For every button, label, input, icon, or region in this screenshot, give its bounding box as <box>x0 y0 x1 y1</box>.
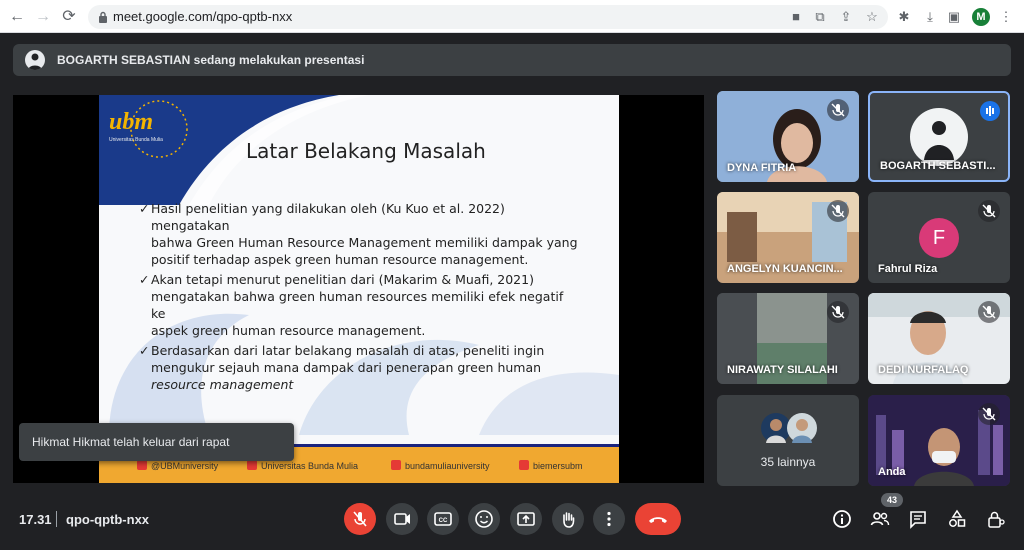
check-icon: ✓ <box>139 201 150 216</box>
self-view-tile[interactable]: Anda <box>868 395 1010 486</box>
youtube-icon <box>519 460 529 470</box>
side-panel-icon[interactable]: ▣ <box>946 9 962 25</box>
info-icon <box>833 510 851 528</box>
captions-button[interactable]: CC <box>427 503 459 535</box>
share-icon[interactable]: ⇪ <box>838 9 854 25</box>
participant-name: Anda <box>878 466 906 478</box>
facebook-icon <box>247 460 257 470</box>
participant-name: DYNA FITRIA <box>727 162 797 174</box>
mic-off-icon <box>353 511 367 527</box>
participant-initial-avatar: F <box>919 218 959 258</box>
slide-bullet: ✓ Berdasarkan dari latar belakang masala… <box>139 343 545 392</box>
forward-icon[interactable]: → <box>34 8 52 26</box>
footer-facebook: Universitas Bunda Mulia <box>247 460 358 471</box>
browser-chrome: ← → ⟳ meet.google.com/qpo-qptb-nxx ■ ⧉ ⇪… <box>0 0 1024 33</box>
address-bar[interactable]: meet.google.com/qpo-qptb-nxx <box>88 5 888 29</box>
people-icon <box>870 512 890 526</box>
mic-off-icon <box>827 200 849 222</box>
participant-count-badge: 43 <box>881 493 903 507</box>
lock-icon <box>99 11 107 23</box>
chat-icon <box>910 511 926 529</box>
hand-icon <box>563 512 575 528</box>
participant-tile[interactable]: DEDI NURFALAQ <box>868 293 1010 384</box>
raise-hand-button[interactable] <box>552 503 584 535</box>
footer-instagram: bundamuliauniversity <box>391 460 490 471</box>
presenting-banner: BOGARTH SEBASTIAN sedang melakukan prese… <box>13 44 1011 76</box>
mic-off-icon <box>827 99 849 121</box>
twitter-icon <box>137 460 147 470</box>
divider <box>56 511 57 527</box>
extensions-icon[interactable]: ✱ <box>896 9 912 25</box>
leave-call-button[interactable] <box>635 503 681 535</box>
chat-button[interactable] <box>907 508 929 530</box>
url-text: meet.google.com/qpo-qptb-nxx <box>113 9 293 24</box>
check-icon: ✓ <box>139 343 150 358</box>
slide-bullet: ✓ Akan tetapi menurut penelitian dari (M… <box>139 272 564 338</box>
video-camera-icon <box>394 513 410 525</box>
meeting-toolbar: 17.31 qpo-qptb-nxx CC 43 <box>0 493 1024 550</box>
mic-off-icon <box>978 301 1000 323</box>
notification-toast: Hikmat Hikmat telah keluar dari rapat <box>19 423 294 461</box>
instagram-icon <box>391 460 401 470</box>
lock-person-icon <box>988 511 1005 528</box>
speaking-indicator-icon <box>980 101 1000 121</box>
menu-kebab-icon[interactable]: ⋮ <box>998 9 1014 25</box>
download-icon[interactable]: ⤓ <box>922 9 938 25</box>
mic-off-icon <box>827 301 849 323</box>
activities-button[interactable] <box>946 508 968 530</box>
participant-tile-active-speaker[interactable]: BOGARTH SEBASTI... <box>868 91 1010 182</box>
emoji-icon <box>475 510 493 528</box>
participant-tile[interactable]: F Fahrul Riza <box>868 192 1010 283</box>
hang-up-icon <box>649 517 667 523</box>
ubm-logo: ubm <box>109 109 154 135</box>
camera-icon[interactable]: ■ <box>788 9 804 25</box>
host-controls-button[interactable] <box>985 508 1007 530</box>
slide-title: Latar Belakang Masalah <box>246 139 486 163</box>
present-screen-icon <box>517 512 535 526</box>
participant-avatar <box>910 108 968 166</box>
svg-text:CC: CC <box>439 518 448 524</box>
profile-avatar[interactable]: M <box>972 8 990 26</box>
closed-captions-icon: CC <box>434 512 452 526</box>
participant-name: DEDI NURFALAQ <box>878 364 969 376</box>
camera-toggle-button[interactable] <box>386 503 418 535</box>
slide-bullet: ✓ Hasil penelitian yang dilakukan oleh (… <box>139 201 578 267</box>
meeting-time: 17.31 <box>19 512 52 527</box>
toast-text: Hikmat Hikmat telah keluar dari rapat <box>32 435 230 449</box>
check-icon: ✓ <box>139 272 150 287</box>
footer-youtube: biemersubm <box>519 460 583 471</box>
presenting-text: BOGARTH SEBASTIAN sedang melakukan prese… <box>57 53 365 67</box>
mic-off-icon <box>978 403 1000 425</box>
participant-name: NIRAWATY SILALAHI <box>727 364 838 376</box>
shapes-icon <box>949 509 966 527</box>
participant-tile[interactable]: NIRAWATY SILALAHI <box>717 293 859 384</box>
more-participants-tile[interactable]: 35 lainnya <box>717 395 859 486</box>
present-now-button[interactable] <box>510 503 542 535</box>
back-icon[interactable]: ← <box>8 8 26 26</box>
slide-body: ✓ Hasil penelitian yang dilakukan oleh (… <box>139 200 579 396</box>
mic-toggle-button[interactable] <box>344 503 376 535</box>
participant-tile[interactable]: DYNA FITRIA <box>717 91 859 182</box>
translate-icon[interactable]: ⧉ <box>812 9 828 25</box>
reload-icon[interactable]: ⟳ <box>60 8 78 26</box>
participant-tile[interactable]: ANGELYN KUANCIN... <box>717 192 859 283</box>
footer-twitter: @UBMuniversity <box>137 460 218 471</box>
participant-name: ANGELYN KUANCIN... <box>727 263 843 275</box>
participant-name: BOGARTH SEBASTI... <box>880 160 996 172</box>
mic-off-icon <box>978 200 1000 222</box>
reactions-button[interactable] <box>468 503 500 535</box>
meeting-details-button[interactable] <box>831 508 853 530</box>
meeting-code: qpo-qptb-nxx <box>66 512 150 527</box>
bookmark-star-icon[interactable]: ☆ <box>864 9 880 25</box>
more-options-button[interactable] <box>593 503 625 535</box>
participant-name: Fahrul Riza <box>878 263 938 275</box>
presenter-avatar <box>25 50 45 70</box>
people-button[interactable] <box>869 508 891 530</box>
ubm-logo-subtitle: Universitas Bunda Mulia <box>109 137 163 143</box>
more-participants-count: 35 lainnya <box>760 455 816 469</box>
more-vertical-icon <box>607 511 611 527</box>
participant-mini-avatar <box>787 413 817 443</box>
